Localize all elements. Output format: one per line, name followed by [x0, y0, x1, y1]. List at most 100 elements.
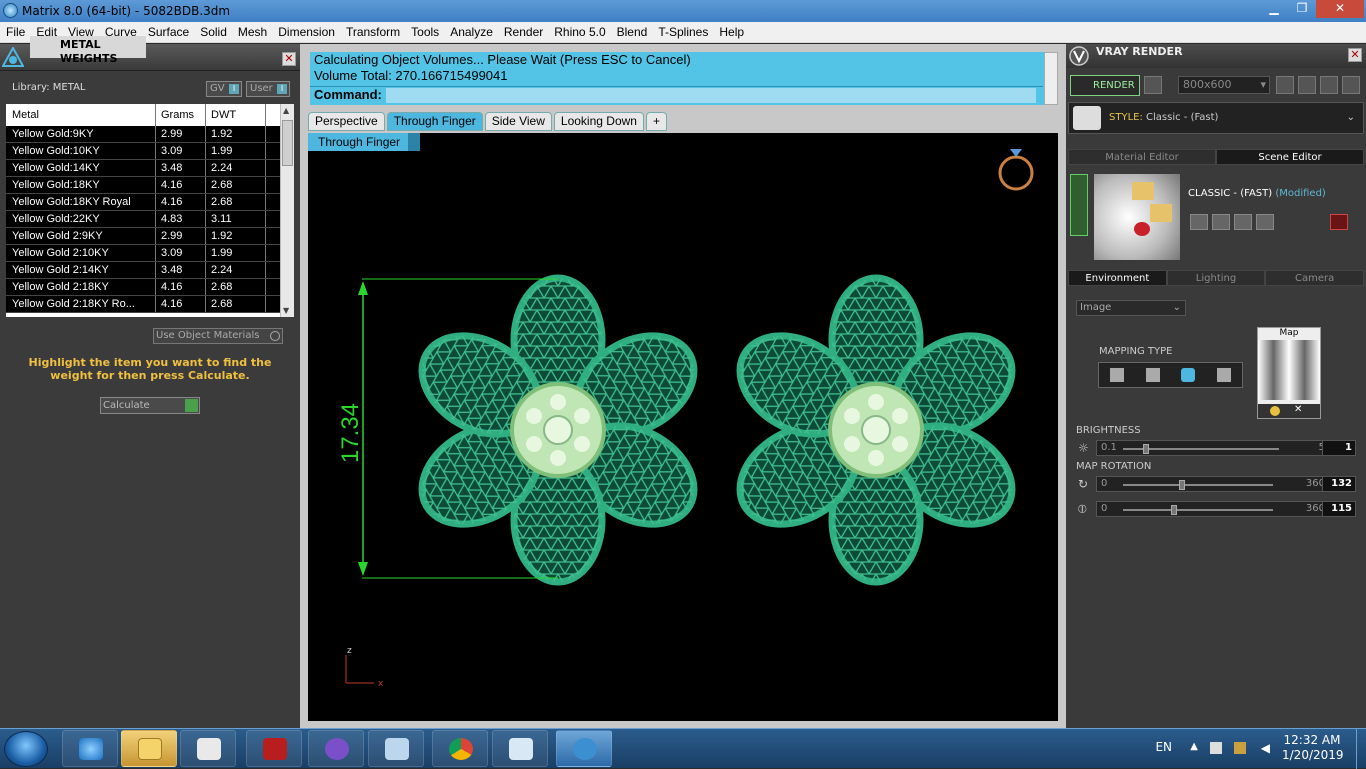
- start-button[interactable]: [4, 731, 48, 767]
- mapping-screen-icon[interactable]: [1217, 368, 1232, 382]
- frame-buffer-icon[interactable]: [1298, 76, 1316, 94]
- rotation2-knob[interactable]: [1171, 505, 1177, 515]
- table-row[interactable]: Yellow Gold:18KY Royal 4.16 2.68: [6, 194, 294, 211]
- ring-view-icon[interactable]: [998, 155, 1034, 191]
- table-row[interactable]: Yellow Gold:22KY 4.83 3.11: [6, 211, 294, 228]
- gv-toggle[interactable]: GV I: [206, 81, 242, 97]
- table-row[interactable]: Yellow Gold:18KY 4.16 2.68: [6, 177, 294, 194]
- add-tab-button[interactable]: +: [645, 112, 667, 131]
- globe-icon[interactable]: [1144, 76, 1162, 94]
- earring-left[interactable]: [404, 278, 711, 582]
- calculate-button[interactable]: Calculate: [100, 397, 200, 414]
- taskbar-explorer[interactable]: [121, 730, 177, 767]
- tab-environment[interactable]: Environment: [1068, 270, 1167, 286]
- rotation-slider-2[interactable]: ⦶ 0 360 115: [1076, 501, 1356, 517]
- use-object-materials-toggle[interactable]: Use Object Materials: [153, 328, 283, 344]
- table-row[interactable]: Yellow Gold 2:18KY Ro... 4.16 2.68: [6, 296, 294, 313]
- close-icon[interactable]: ✕: [282, 52, 296, 66]
- maximize-button[interactable]: ❐: [1288, 0, 1316, 18]
- rotation1-knob[interactable]: [1178, 480, 1185, 490]
- volume-icon[interactable]: ◀: [1261, 741, 1270, 755]
- taskbar-garena[interactable]: [246, 730, 302, 767]
- language-indicator[interactable]: EN: [1155, 740, 1172, 754]
- col-grams[interactable]: Grams: [156, 104, 206, 126]
- resolution-select[interactable]: 800x600 ▾: [1178, 76, 1270, 94]
- import-icon[interactable]: [1234, 214, 1252, 230]
- brightness-track[interactable]: 0.1 5: [1096, 440, 1330, 456]
- taskbar-ie[interactable]: [62, 730, 118, 767]
- menu-rhino[interactable]: Rhino 5.0: [554, 25, 605, 39]
- save-icon[interactable]: [1190, 214, 1208, 230]
- clock[interactable]: 12:32 AM 1/20/2019: [1282, 733, 1344, 763]
- mapping-flat-icon[interactable]: [1109, 368, 1124, 382]
- environment-select[interactable]: Image ⌄: [1076, 300, 1186, 316]
- scroll-up-icon[interactable]: ▲: [283, 106, 289, 115]
- tray-expand-icon[interactable]: ▲: [1190, 741, 1198, 752]
- taskbar-viber[interactable]: [308, 730, 364, 767]
- taskbar-control-panel[interactable]: [368, 730, 424, 767]
- tab-lighting[interactable]: Lighting: [1166, 270, 1266, 286]
- save-as-icon[interactable]: [1212, 214, 1230, 230]
- table-row[interactable]: Yellow Gold 2:10KY 3.09 1.99: [6, 245, 294, 262]
- close-button[interactable]: ✕: [1316, 0, 1364, 18]
- menu-blend[interactable]: Blend: [617, 25, 648, 39]
- menu-analyze[interactable]: Analyze: [450, 25, 493, 39]
- earring-right[interactable]: [722, 278, 1029, 582]
- table-row[interactable]: Yellow Gold 2:9KY 2.99 1.92: [6, 228, 294, 245]
- rotation-slider-1[interactable]: ↻ 0 360 132: [1076, 476, 1356, 492]
- tab-camera[interactable]: Camera: [1265, 270, 1365, 286]
- taskbar-matrix[interactable]: [556, 730, 612, 767]
- user-toggle[interactable]: User I: [246, 81, 290, 97]
- table-row[interactable]: Yellow Gold:14KY 3.48 2.24: [6, 160, 294, 177]
- network-icon[interactable]: [1234, 742, 1246, 754]
- table-row[interactable]: Yellow Gold:10KY 3.09 1.99: [6, 143, 294, 160]
- menu-help[interactable]: Help: [719, 25, 744, 39]
- menu-mesh[interactable]: Mesh: [238, 25, 267, 39]
- tab-scene-editor[interactable]: Scene Editor: [1216, 149, 1364, 165]
- list-icon[interactable]: [1320, 76, 1338, 94]
- tab-material-editor[interactable]: Material Editor: [1068, 149, 1216, 165]
- vray-close-icon[interactable]: ✕: [1348, 48, 1362, 62]
- scroll-down-icon[interactable]: ▼: [283, 306, 289, 315]
- viewport[interactable]: Through Finger 17.34 z x: [308, 133, 1058, 721]
- brightness-value[interactable]: 1: [1322, 440, 1356, 456]
- tab-side-view[interactable]: Side View: [484, 112, 552, 131]
- table-row[interactable]: Yellow Gold 2:14KY 3.48 2.24: [6, 262, 294, 279]
- taskbar-notepad[interactable]: [492, 730, 548, 767]
- tab-perspective[interactable]: Perspective: [308, 112, 385, 131]
- rotation2-value[interactable]: 115: [1322, 501, 1356, 517]
- reset-icon[interactable]: [1330, 214, 1348, 230]
- scroll-thumb[interactable]: [282, 120, 293, 166]
- command-input[interactable]: [385, 88, 1036, 104]
- brightness-knob[interactable]: [1142, 444, 1149, 454]
- col-metal[interactable]: Metal: [6, 104, 156, 126]
- rewind-icon[interactable]: [1276, 76, 1294, 94]
- minimize-button[interactable]: ▁: [1260, 0, 1288, 18]
- menu-render[interactable]: Render: [504, 25, 543, 39]
- menu-tsplines[interactable]: T-Splines: [658, 25, 708, 39]
- menu-tools[interactable]: Tools: [411, 25, 439, 39]
- table-row[interactable]: Yellow Gold 2:18KY 4.16 2.68: [6, 279, 294, 296]
- rotation1-value[interactable]: 132: [1322, 476, 1356, 492]
- style-select[interactable]: STYLE: Classic - (Fast) ⌄: [1068, 102, 1364, 134]
- mapping-sphere-icon[interactable]: [1181, 368, 1196, 382]
- rotation-track-1[interactable]: 0 360: [1096, 476, 1330, 492]
- col-dwt[interactable]: DWT: [206, 104, 266, 126]
- export-icon[interactable]: [1256, 214, 1274, 230]
- environment-map[interactable]: Map ✕: [1257, 327, 1321, 419]
- table-scrollbar[interactable]: ▲ ▼: [280, 104, 294, 317]
- taskbar-chrome[interactable]: [432, 730, 488, 767]
- rotation-track-2[interactable]: 0 360: [1096, 501, 1330, 517]
- menu-file[interactable]: File: [6, 25, 25, 39]
- mapping-cube-icon[interactable]: [1145, 368, 1160, 382]
- show-desktop-button[interactable]: [1356, 729, 1366, 769]
- taskbar-media[interactable]: [180, 730, 236, 767]
- clear-map-icon[interactable]: ✕: [1294, 404, 1302, 415]
- menu-surface[interactable]: Surface: [148, 25, 189, 39]
- color-picker-icon[interactable]: [1270, 406, 1280, 416]
- tab-through-finger[interactable]: Through Finger: [386, 112, 483, 131]
- menu-transform[interactable]: Transform: [346, 25, 400, 39]
- collapse-arrow-icon[interactable]: [1070, 174, 1088, 236]
- menu-solid[interactable]: Solid: [200, 25, 227, 39]
- table-row[interactable]: Yellow Gold:9KY 2.99 1.92: [6, 126, 294, 143]
